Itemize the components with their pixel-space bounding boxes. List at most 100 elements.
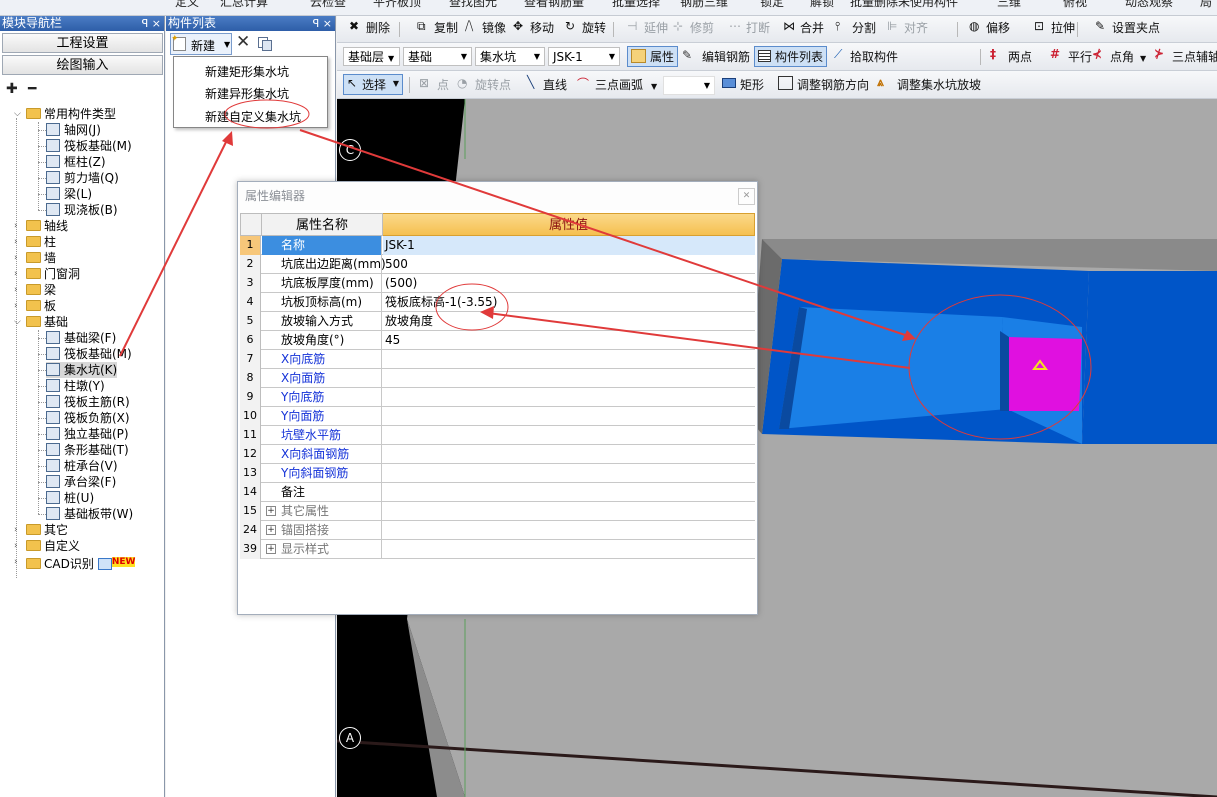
component-name-select[interactable]: JSK-1 ▼ <box>548 47 620 66</box>
copy-button[interactable]: ⧉ 复制 <box>417 19 458 36</box>
adjust-rebar-direction-button[interactable]: 调整钢筋方向 <box>778 76 869 93</box>
tree-item-foundation-11[interactable]: 基础板带(W) <box>46 506 133 522</box>
tree-item-foundation-10[interactable]: 桩(U) <box>46 490 94 506</box>
property-value[interactable] <box>383 464 755 483</box>
property-value[interactable] <box>383 407 755 426</box>
type-select[interactable]: 集水坑 ▼ <box>475 47 545 66</box>
parallel-axis-button[interactable]: # 平行 <box>1050 47 1092 65</box>
three-point-arc-button[interactable]: ⌒ 三点画弧 ▼ <box>577 76 657 93</box>
move-button[interactable]: ✥ 移动 <box>513 19 554 36</box>
trim-button[interactable]: ⊹ 修剪 <box>673 19 714 36</box>
find-button[interactable]: 查找图元 <box>449 0 497 10</box>
property-row[interactable]: 12 X向斜面钢筋 <box>240 445 755 464</box>
expand-icon[interactable]: › <box>14 302 23 311</box>
property-row[interactable]: 15 其它属性 + <box>240 502 755 521</box>
tree-item-common-0[interactable]: 轴网(J) <box>46 122 101 138</box>
tree-item-common-1[interactable]: 筏板基础(M) <box>46 138 132 154</box>
col-header-name[interactable]: 属性名称 <box>262 213 383 236</box>
edit-rebar-button[interactable]: ✎ 编辑钢筋 <box>682 48 750 65</box>
tree-item-foundation-6[interactable]: 独立基础(P) <box>46 426 129 442</box>
property-value[interactable] <box>383 540 755 559</box>
tree-item-foundation-1[interactable]: 筏板基础(M) <box>46 346 132 362</box>
point-button[interactable]: ⊠ 点 <box>419 76 449 93</box>
property-value[interactable] <box>383 502 755 521</box>
tree-item-foundation-0[interactable]: 基础梁(F) <box>46 330 116 346</box>
more-button[interactable]: 局 <box>1200 0 1212 10</box>
property-row[interactable]: 7 X向底筋 <box>240 350 755 369</box>
tree-common-types[interactable]: ⌵ 常用构件类型 <box>14 106 116 122</box>
property-row[interactable]: 8 X向面筋 <box>240 369 755 388</box>
flush-top-button[interactable]: 平齐板顶 <box>373 0 421 10</box>
property-value[interactable]: 500 <box>383 255 755 274</box>
offset-button[interactable]: ◍ 偏移 <box>969 19 1010 36</box>
batch-select-button[interactable]: 批量选择 <box>612 0 660 10</box>
new-component-button[interactable]: ✦ 新建 ▼ <box>170 33 232 55</box>
delete-icon[interactable]: ✕ <box>236 32 250 52</box>
point-angle-button[interactable]: ⊀ 点角 ▼ <box>1092 47 1146 65</box>
property-row[interactable]: 39 显示样式 + <box>240 540 755 559</box>
align-button[interactable]: ⊫ 对齐 <box>887 19 928 36</box>
tree-foundation[interactable]: ⌵ 基础 <box>14 314 68 330</box>
property-value[interactable] <box>383 445 755 464</box>
break-button[interactable]: ⋯ 打断 <box>729 19 770 36</box>
expand-icon[interactable]: › <box>14 286 23 295</box>
collapse-icon[interactable]: ⌵ <box>14 110 23 119</box>
expand-icon[interactable]: › <box>14 526 23 535</box>
property-value[interactable]: 45 <box>383 331 755 350</box>
arc-option-select[interactable]: ▼ <box>663 76 715 95</box>
property-row[interactable]: 9 Y向底筋 <box>240 388 755 407</box>
top-view-button[interactable]: 俯视 <box>1063 0 1087 10</box>
delete-button[interactable]: ✖ 删除 <box>349 19 390 36</box>
tree-item-common-2[interactable]: 框柱(Z) <box>46 154 106 170</box>
batch-delete-button[interactable]: 批量删除未使用构件 <box>850 0 958 10</box>
tree-group-2[interactable]: › 墙 <box>14 250 56 266</box>
select-button[interactable]: ↖ 选择 ▼ <box>343 74 404 95</box>
property-value[interactable] <box>383 369 755 388</box>
floor-select[interactable]: 基础层 ▼ <box>343 47 400 66</box>
pick-component-button[interactable]: ⟋ 拾取构件 <box>834 47 898 65</box>
expand-icon[interactable]: + <box>266 525 276 535</box>
expand-icon[interactable]: › <box>14 270 23 279</box>
property-row[interactable]: 11 坑壁水平筋 <box>240 426 755 445</box>
expand-icon[interactable]: + <box>266 506 276 516</box>
comp-list-pin-close[interactable]: ꟼ × <box>313 16 332 31</box>
category-select[interactable]: 基础 ▼ <box>403 47 472 66</box>
close-icon[interactable]: ✕ <box>738 188 755 205</box>
nav-panel-pin-close[interactable]: ꟼ × <box>142 16 161 31</box>
draw-input-button[interactable]: 绘图输入 <box>2 55 163 75</box>
unlock-button[interactable]: 解锁 <box>810 0 834 10</box>
expand-icon[interactable]: › <box>14 558 23 567</box>
property-row[interactable]: 10 Y向面筋 <box>240 407 755 426</box>
line-button[interactable]: ╲ 直线 <box>527 75 567 93</box>
expand-icon[interactable]: + <box>266 544 276 554</box>
collapse-all-icon[interactable]: ━ <box>28 81 36 97</box>
stretch-button[interactable]: ⊡ 拉伸 <box>1034 19 1075 36</box>
rebar-3d-button[interactable]: 钢筋三维 <box>680 0 728 10</box>
property-value[interactable] <box>383 426 755 445</box>
3d-button[interactable]: 三维 <box>997 0 1021 10</box>
cloud-check-button[interactable]: 云检查 <box>310 0 346 10</box>
rotate-button[interactable]: ↻ 旋转 <box>565 19 606 36</box>
property-row[interactable]: 13 Y向斜面钢筋 <box>240 464 755 483</box>
tree-item-foundation-5[interactable]: 筏板负筋(X) <box>46 410 130 426</box>
rectangle-button[interactable]: 矩形 <box>722 76 764 93</box>
property-value[interactable]: 筏板底标高-1(-3.55) <box>383 293 755 312</box>
lock-button[interactable]: 锁定 <box>760 0 784 10</box>
property-value[interactable] <box>383 388 755 407</box>
project-settings-button[interactable]: 工程设置 <box>2 33 163 53</box>
col-header-value[interactable]: 属性值 <box>383 213 755 236</box>
set-grip-button[interactable]: ✎ 设置夹点 <box>1095 19 1160 36</box>
new-irregular-pit-item[interactable]: 新建异形集水坑 <box>205 85 289 102</box>
orbit-button[interactable]: 动态观察 <box>1125 0 1173 10</box>
property-row[interactable]: 24 锚固搭接 + <box>240 521 755 540</box>
tree-item-common-3[interactable]: 剪力墙(Q) <box>46 170 119 186</box>
property-value[interactable] <box>383 521 755 540</box>
calculate-button[interactable]: 汇总计算 <box>220 0 268 10</box>
expand-icon[interactable]: › <box>14 542 23 551</box>
view-rebar-button[interactable]: 查看钢筋量 <box>524 0 584 10</box>
property-row[interactable]: 4 坑板顶标高(m) 筏板底标高-1(-3.55) <box>240 293 755 312</box>
property-value[interactable]: JSK-1 <box>383 236 755 255</box>
property-value[interactable] <box>383 483 755 502</box>
merge-button[interactable]: ⋈ 合并 <box>783 19 824 36</box>
two-point-axis-button[interactable]: ‡ 两点 <box>990 47 1032 65</box>
